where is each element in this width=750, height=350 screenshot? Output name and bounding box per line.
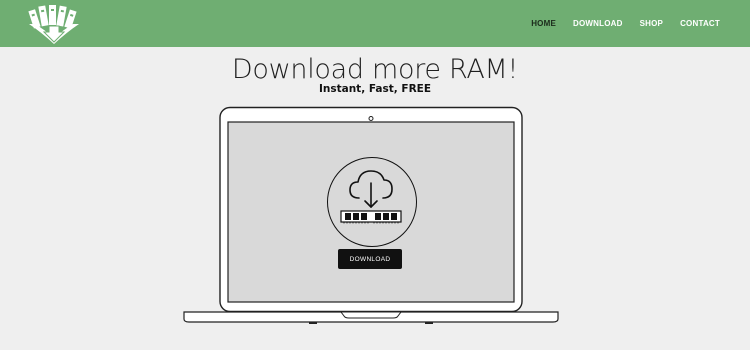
hero-title: Download more RAM! xyxy=(231,54,519,85)
nav-contact[interactable]: CONTACT xyxy=(680,19,720,28)
download-button[interactable]: DOWNLOAD xyxy=(338,249,402,269)
download-ram-logo-icon[interactable] xyxy=(27,2,81,46)
nav-home[interactable]: HOME xyxy=(531,19,556,28)
hero-subtitle: Instant, Fast, FREE xyxy=(318,83,432,95)
nav-download[interactable]: DOWNLOAD xyxy=(573,19,623,28)
navbar: HOME DOWNLOAD SHOP CONTACT xyxy=(0,0,750,47)
main-nav: HOME DOWNLOAD SHOP CONTACT xyxy=(531,0,720,47)
nav-shop[interactable]: SHOP xyxy=(640,19,663,28)
cloud-download-icon xyxy=(349,170,393,208)
ram-stick-icon xyxy=(340,210,402,224)
